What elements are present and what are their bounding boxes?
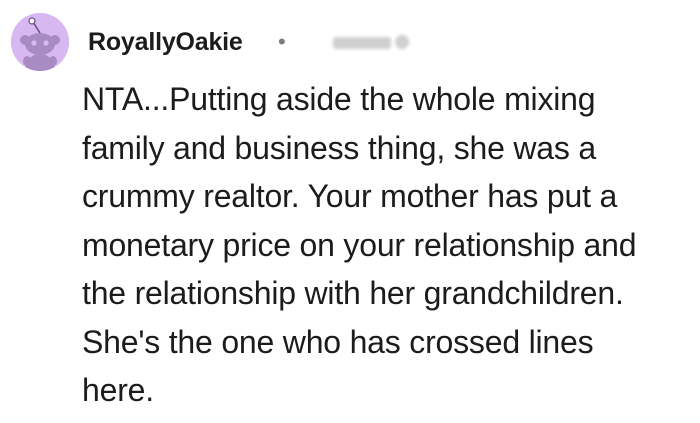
comment-body-line: monetary price on your relationship and xyxy=(82,226,637,263)
comment-body-line: She's the one who has crossed lines xyxy=(82,323,594,360)
reddit-snoo-icon xyxy=(11,13,69,71)
comment-body-line: the relationship with her grandchildren. xyxy=(82,275,624,311)
comment-body-line: family and business thing, she was a xyxy=(82,129,596,166)
comment-body-line: here. xyxy=(82,372,154,408)
comment-body-line: NTA...Putting aside the whole mixing xyxy=(82,81,596,117)
meta-separator: • xyxy=(278,29,286,54)
comment-author[interactable]: RoyallyOakie xyxy=(88,27,243,57)
redacted-timestamp xyxy=(333,31,411,53)
comment-body: NTA...Putting aside the whole mixing fam… xyxy=(82,75,692,415)
avatar[interactable] xyxy=(11,13,69,71)
comment-body-line: crummy realtor. Your mother has put a xyxy=(82,178,618,214)
comment: RoyallyOakie • NTA...Putting aside the w… xyxy=(0,0,700,423)
